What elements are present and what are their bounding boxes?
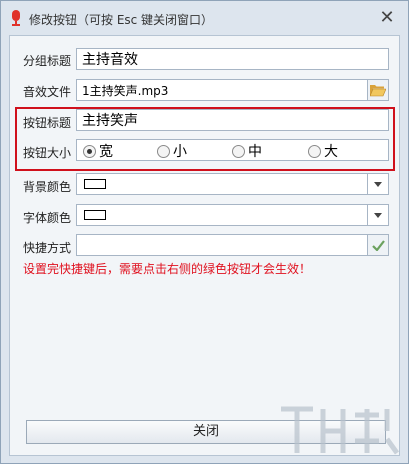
- font-color-select[interactable]: [76, 204, 368, 226]
- bg-color-label: 背景颜色: [23, 180, 72, 194]
- chevron-down-icon: [374, 212, 382, 218]
- check-icon: [371, 239, 385, 251]
- dialog-title: 修改按钮（可按 Esc 键关闭窗口）: [29, 13, 214, 27]
- button-size-radio-group: 宽 小 中 大: [76, 139, 389, 161]
- bg-color-swatch: [84, 179, 106, 189]
- button-title-input[interactable]: [76, 109, 389, 131]
- shortcut-input[interactable]: [76, 234, 368, 256]
- bg-color-select[interactable]: [76, 173, 368, 195]
- close-window-icon[interactable]: ✕: [377, 8, 397, 28]
- title-bar: 修改按钮（可按 Esc 键关闭窗口） ✕: [1, 1, 408, 35]
- radio-unchecked-icon: [157, 144, 170, 158]
- bg-color-dropdown-button[interactable]: [367, 173, 389, 195]
- chevron-down-icon: [374, 181, 382, 187]
- size-option-small[interactable]: 小: [157, 142, 187, 160]
- dialog-body: 分组标题 音效文件 按钮标题 按钮大小 宽 小: [9, 35, 400, 456]
- folder-open-icon: [370, 84, 386, 96]
- font-color-dropdown-button[interactable]: [367, 204, 389, 226]
- radio-unchecked-icon: [308, 144, 321, 158]
- group-title-label: 分组标题: [23, 54, 72, 68]
- confirm-shortcut-button[interactable]: [367, 234, 389, 256]
- edit-button-dialog: 修改按钮（可按 Esc 键关闭窗口） ✕ 分组标题 音效文件 按钮标题 按钮大小…: [0, 0, 409, 464]
- audio-file-input[interactable]: [76, 79, 368, 101]
- watermark-logo: [281, 406, 400, 455]
- size-option-medium[interactable]: 中: [232, 142, 262, 160]
- group-title-input[interactable]: [76, 48, 389, 70]
- browse-folder-button[interactable]: [367, 79, 389, 101]
- shortcut-label: 快捷方式: [23, 241, 72, 255]
- button-size-label: 按钮大小: [23, 146, 72, 160]
- radio-checked-icon: [83, 144, 96, 158]
- font-color-label: 字体颜色: [23, 211, 72, 225]
- radio-unchecked-icon: [232, 144, 245, 158]
- font-color-swatch: [84, 210, 106, 220]
- microphone-icon: [12, 10, 20, 26]
- shortcut-warning-text: 设置完快捷键后，需要点击右侧的绿色按钮才会生效！: [23, 262, 312, 276]
- size-option-large[interactable]: 大: [308, 142, 338, 160]
- button-title-label: 按钮标题: [23, 116, 72, 130]
- size-option-wide[interactable]: 宽: [83, 142, 113, 160]
- audio-file-label: 音效文件: [23, 85, 72, 99]
